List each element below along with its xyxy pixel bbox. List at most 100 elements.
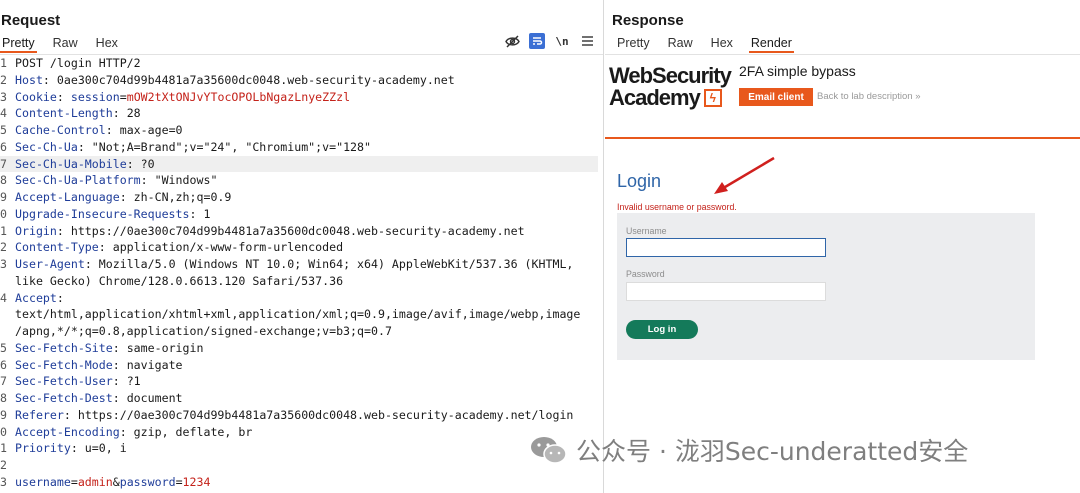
password-field[interactable] — [626, 282, 826, 301]
response-panel: Response Pretty Raw Hex Render WebSecuri… — [605, 0, 1080, 493]
header-value: : application/x-www-form-urlencoded — [98, 240, 344, 255]
request-line[interactable]: 4 Accept: — [0, 290, 603, 307]
header-name: Accept-Encoding — [15, 424, 120, 439]
header-value: text/html,application/xhtml+xml,applicat… — [15, 307, 581, 322]
double-chevron-right-icon: » — [915, 91, 921, 102]
line-content: /apng,*/*;q=0.8,application/signed-excha… — [15, 323, 392, 340]
request-line[interactable]: 5 Sec-Fetch-Site: same-origin — [0, 340, 603, 357]
header-value: /apng,*/*;q=0.8,application/signed-excha… — [15, 324, 392, 338]
param-value: admin — [77, 474, 113, 489]
request-line[interactable]: 3 User-Agent: Mozilla/5.0 (Windows NT 10.… — [0, 256, 603, 273]
line-content: Origin: https://0ae300c704d99b4481a7a356… — [15, 223, 525, 240]
login-button[interactable]: Log in — [626, 320, 698, 339]
line-number: 3 — [0, 474, 7, 489]
back-to-lab-link[interactable]: Back to lab description » — [817, 91, 921, 102]
email-client-button[interactable]: Email client — [739, 88, 813, 106]
request-line[interactable]: 8 Sec-Fetch-Dest: document — [0, 390, 603, 407]
header-value: like Gecko) Chrome/128.0.6613.120 Safari… — [15, 273, 344, 288]
line-number: 0 — [0, 206, 7, 221]
wrap-icon[interactable] — [529, 33, 545, 49]
request-line[interactable]: 6 Sec-Fetch-Mode: navigate — [0, 357, 603, 374]
request-line[interactable]: 2 — [0, 457, 603, 474]
request-line[interactable]: 8 Sec-Ch-Ua-Platform: "Windows" — [0, 172, 603, 189]
request-line[interactable]: 9 Referer: https://0ae300c704d99b4481a7a3… — [0, 407, 603, 424]
lab-title: 2FA simple bypass — [739, 63, 856, 79]
response-title: Response — [612, 12, 684, 29]
header-name: Content-Length — [15, 106, 113, 121]
logo-text-line2: Academy — [609, 85, 701, 110]
back-link-label: Back to lab description — [817, 91, 913, 102]
header-value: : navigate — [112, 357, 183, 372]
request-line[interactable]: 1 Origin: https://0ae300c704d99b4481a7a35… — [0, 223, 603, 240]
web-security-academy-logo: WebSecurity Academy ϟ — [609, 65, 732, 110]
request-line[interactable]: 3 username=admin&password=1234 — [0, 474, 603, 491]
header-name: Upgrade-Insecure-Requests — [15, 206, 190, 221]
header-value: = — [70, 474, 78, 489]
line-number: 2 — [0, 72, 7, 87]
line-content: Host: 0ae300c704d99b4481a7a35600dc0048.w… — [15, 72, 455, 89]
header-name: Accept-Language — [15, 190, 120, 204]
request-line[interactable]: 1 POST /login HTTP/2 — [0, 55, 603, 72]
request-line[interactable]: 2 Content-Type: application/x-www-form-ur… — [0, 239, 603, 256]
request-tab-hex[interactable]: Hex — [94, 35, 120, 53]
response-tab-render[interactable]: Render — [748, 35, 794, 53]
line-number: 9 — [0, 190, 7, 204]
request-line[interactable]: 1 Priority: u=0, i — [0, 440, 603, 457]
line-content: Content-Type: application/x-www-form-url… — [15, 239, 343, 256]
line-number: 6 — [0, 357, 7, 372]
newline-toggle-button[interactable]: \n — [554, 33, 570, 49]
request-line[interactable]: 7 Sec-Fetch-User: ?1 — [0, 373, 603, 390]
line-content: Upgrade-Insecure-Requests: 1 — [15, 206, 210, 223]
header-name: Priority — [15, 441, 71, 456]
line-number: 6 — [0, 139, 7, 154]
param-value: mOW2tXtONJvYTocOPOLbNgazLnyeZZzl — [126, 89, 351, 104]
request-line[interactable]: /apng,*/*;q=0.8,application/signed-excha… — [0, 323, 603, 340]
header-value: : ?0 — [126, 156, 155, 171]
header-value: : https://0ae300c704d99b4481a7a35600dc00… — [63, 407, 574, 422]
response-tab-raw[interactable]: Raw — [666, 35, 695, 53]
response-tab-hex[interactable]: Hex — [709, 35, 735, 53]
request-line[interactable]: 3 Cookie: session=mOW2tXtONJvYTocOPOLbNga… — [0, 89, 603, 106]
header-value: : document — [112, 391, 183, 405]
line-number: 2 — [0, 458, 7, 472]
request-line[interactable]: 7 Sec-Ch-Ua-Mobile: ?0 — [0, 155, 598, 173]
request-editor[interactable]: 1 POST /login HTTP/2 2 Host: 0ae300c704d99b… — [0, 55, 603, 491]
line-content: Cache-Control: max-age=0 — [15, 122, 183, 139]
lightning-bolt-icon: ϟ — [703, 89, 722, 107]
line-content: Sec-Fetch-Mode: navigate — [15, 357, 183, 374]
eye-slash-icon[interactable] — [504, 33, 520, 49]
request-line[interactable]: like Gecko) Chrome/128.0.6613.120 Safari… — [0, 273, 603, 290]
login-form: Username Password Log in — [617, 213, 1035, 360]
line-number: 7 — [0, 156, 7, 171]
line-content: Sec-Ch-Ua-Mobile: ?0 — [15, 156, 155, 173]
line-number: 1 — [0, 56, 7, 70]
request-line[interactable]: 2 Host: 0ae300c704d99b4481a7a35600dc0048.… — [0, 72, 603, 89]
request-tab-pretty[interactable]: Pretty — [0, 35, 37, 53]
request-line[interactable]: 6 Sec-Ch-Ua: "Not;A=Brand";v="24", "Chrom… — [0, 139, 603, 156]
request-line[interactable]: 0 Accept-Encoding: gzip, deflate, br — [0, 424, 603, 441]
request-line[interactable]: 5 Cache-Control: max-age=0 — [0, 122, 603, 139]
line-number: 1 — [0, 441, 7, 456]
header-value: : — [56, 89, 71, 104]
line-content: Accept-Encoding: gzip, deflate, br — [15, 424, 252, 441]
wechat-icon — [530, 435, 568, 465]
request-line[interactable]: 9 Accept-Language: zh-CN,zh;q=0.9 — [0, 189, 603, 206]
line-content: Sec-Ch-Ua: "Not;A=Brand";v="24", "Chromi… — [15, 139, 371, 156]
header-value: : 0ae300c704d99b4481a7a35600dc0048.web-s… — [42, 72, 455, 87]
menu-icon[interactable] — [579, 33, 595, 49]
line-content: Referer: https://0ae300c704d99b4481a7a35… — [15, 407, 573, 424]
header-name: Sec-Fetch-Mode — [15, 357, 113, 372]
header-name: User-Agent — [15, 257, 85, 271]
request-tab-raw[interactable]: Raw — [51, 35, 80, 53]
username-field[interactable] — [626, 238, 826, 257]
request-line[interactable]: text/html,application/xhtml+xml,applicat… — [0, 306, 603, 323]
line-number: 5 — [0, 123, 7, 137]
header-name: Sec-Fetch-User — [15, 374, 113, 389]
line-content: Accept: — [15, 290, 64, 307]
response-tab-pretty[interactable]: Pretty — [615, 35, 652, 53]
line-content: Sec-Fetch-Dest: document — [15, 390, 183, 407]
request-line[interactable]: 4 Content-Length: 28 — [0, 105, 603, 122]
request-line[interactable]: 0 Upgrade-Insecure-Requests: 1 — [0, 206, 603, 223]
line-number: 4 — [0, 106, 7, 121]
line-number: 8 — [0, 391, 7, 405]
